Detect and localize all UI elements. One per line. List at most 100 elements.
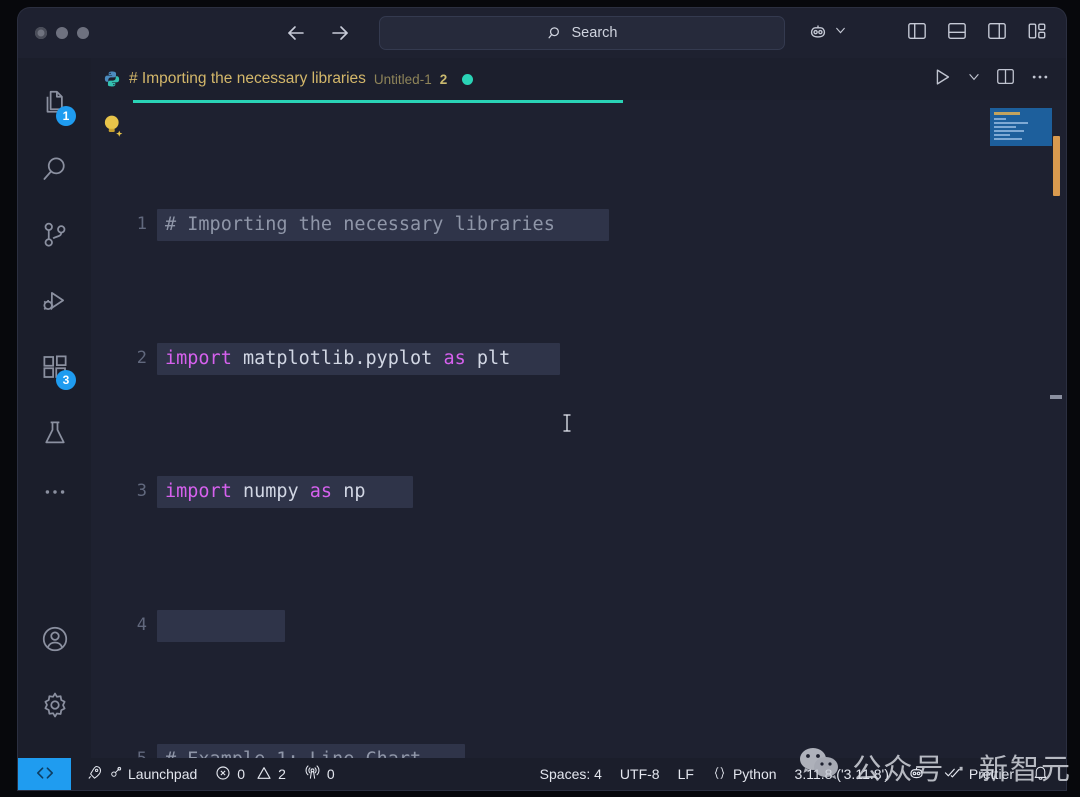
- tab-title: # Importing the necessary libraries: [129, 70, 366, 88]
- status-notifications[interactable]: [1023, 758, 1058, 790]
- search-input[interactable]: Search: [379, 16, 785, 50]
- code-line[interactable]: 5 # Example 1: Line Chart: [91, 743, 1066, 758]
- status-language[interactable]: Python: [703, 758, 786, 790]
- status-interpreter-label: 3.11.8 ('3.11.8'): [795, 766, 889, 782]
- close-button[interactable]: [35, 27, 47, 39]
- code-line[interactable]: 4: [91, 609, 1066, 642]
- radio-tower-icon: [304, 764, 321, 784]
- status-launchpad[interactable]: Launchpad: [77, 758, 206, 790]
- sidebar-item-manage[interactable]: [18, 674, 91, 740]
- tab-bar: # Importing the necessary libraries Unti…: [18, 58, 1066, 100]
- account-icon: [40, 624, 70, 659]
- debug-icon: [40, 286, 70, 321]
- minimize-button[interactable]: [56, 27, 68, 39]
- activity-bar: 1: [18, 58, 91, 758]
- ports-count: 0: [327, 766, 335, 782]
- tab-count-badge: 2: [440, 72, 448, 87]
- explorer-badge: 1: [56, 106, 76, 126]
- line-content: [157, 609, 165, 642]
- mouse-text-cursor: [561, 412, 573, 439]
- status-language-label: Python: [733, 766, 777, 782]
- code-line[interactable]: 2 import matplotlib.pyplot as plt: [91, 342, 1066, 375]
- status-prettier[interactable]: Prettier: [935, 758, 1023, 790]
- maximize-button[interactable]: [77, 27, 89, 39]
- remote-window-button[interactable]: [18, 758, 71, 790]
- line-content: # Importing the necessary libraries: [157, 208, 555, 241]
- sidebar-item-search[interactable]: [18, 138, 91, 204]
- search-placeholder-text: Search: [572, 25, 618, 41]
- sidebar-item-more-views[interactable]: [18, 468, 91, 520]
- status-indentation[interactable]: Spaces: 4: [531, 758, 611, 790]
- toggle-primary-sidebar-icon[interactable]: [906, 21, 928, 46]
- sidebar-item-extensions[interactable]: 3: [18, 336, 91, 402]
- extensions-badge: 3: [56, 370, 76, 390]
- sidebar-item-testing[interactable]: [18, 402, 91, 468]
- error-icon: [215, 765, 231, 784]
- status-bar-right: Spaces: 4 UTF-8 LF Python 3.11.8 ('3.11.…: [531, 758, 1058, 790]
- ellipsis-icon: [42, 479, 68, 510]
- line-content: import matplotlib.pyplot as plt: [157, 342, 510, 375]
- status-launchpad-label: Launchpad: [128, 766, 197, 782]
- status-encoding[interactable]: UTF-8: [611, 758, 669, 790]
- copilot-menu[interactable]: [807, 20, 847, 47]
- split-editor-icon[interactable]: [995, 67, 1016, 91]
- gear-icon: [40, 690, 70, 725]
- rocket-icon: [86, 764, 103, 784]
- status-ports[interactable]: 0: [295, 758, 344, 790]
- status-eol[interactable]: LF: [669, 758, 703, 790]
- toggle-secondary-sidebar-icon[interactable]: [986, 21, 1008, 46]
- loading-progress-bar: [133, 100, 623, 103]
- line-content: import numpy as np: [157, 475, 366, 508]
- bell-icon: [1032, 764, 1049, 784]
- status-interpreter[interactable]: 3.11.8 ('3.11.8'): [786, 758, 898, 790]
- sidebar-item-run-and-debug[interactable]: [18, 270, 91, 336]
- run-dropdown-chevron-icon[interactable]: [967, 70, 981, 89]
- status-eol-label: LF: [678, 766, 694, 782]
- code-line[interactable]: 1 # Importing the necessary libraries: [91, 208, 1066, 241]
- code-line[interactable]: 3 import numpy as np: [91, 475, 1066, 508]
- line-number: 5: [91, 743, 157, 758]
- status-bar-left: Launchpad 0 2: [77, 758, 344, 790]
- screenshot-root: Search: [0, 0, 1080, 797]
- toggle-panel-icon[interactable]: [946, 21, 968, 46]
- line-number: 4: [91, 609, 157, 642]
- status-prettier-label: Prettier: [969, 766, 1014, 782]
- sidebar-item-accounts[interactable]: [18, 608, 91, 674]
- warning-icon: [256, 765, 272, 784]
- sidebar-item-explorer[interactable]: 1: [18, 72, 91, 138]
- double-check-icon: [944, 765, 963, 783]
- status-bar: Launchpad 0 2: [18, 758, 1066, 790]
- unsaved-indicator[interactable]: [462, 74, 473, 85]
- line-number: 1: [91, 208, 157, 241]
- tab-subtitle: Untitled-1: [374, 72, 432, 87]
- copilot-icon: [907, 763, 926, 785]
- search-icon: [40, 154, 70, 189]
- editor-tab-untitled-1[interactable]: # Importing the necessary libraries Unti…: [93, 58, 485, 100]
- status-encoding-label: UTF-8: [620, 766, 660, 782]
- copilot-icon: [807, 20, 829, 47]
- customize-layout-icon[interactable]: [1026, 21, 1048, 46]
- code-lines[interactable]: 1 # Importing the necessary libraries 2 …: [91, 108, 1066, 758]
- vscode-window: Search: [18, 8, 1066, 790]
- forward-arrow-icon[interactable]: [328, 21, 352, 45]
- status-problems[interactable]: 0 2: [206, 758, 295, 790]
- status-spaces-label: Spaces: 4: [540, 766, 602, 782]
- python-icon: [103, 70, 121, 88]
- beaker-icon: [40, 418, 70, 453]
- navigation-arrows: [284, 21, 352, 45]
- more-actions-icon[interactable]: [1030, 67, 1050, 92]
- warning-count: 2: [278, 766, 286, 782]
- chevron-down-icon: [834, 24, 847, 42]
- sidebar-item-source-control[interactable]: [18, 204, 91, 270]
- back-arrow-icon[interactable]: [284, 21, 308, 45]
- braces-icon: [712, 765, 727, 784]
- editor-toolbar: [931, 58, 1050, 100]
- remote-window-icon: [35, 765, 55, 784]
- line-number: 3: [91, 475, 157, 508]
- code-editor[interactable]: 1 # Importing the necessary libraries 2 …: [91, 100, 1066, 758]
- quick-fix-lightbulb-icon[interactable]: [98, 110, 128, 145]
- line-content: # Example 1: Line Chart: [157, 743, 421, 758]
- status-copilot[interactable]: [898, 758, 935, 790]
- run-button[interactable]: [931, 66, 953, 93]
- layout-controls: [906, 8, 1048, 58]
